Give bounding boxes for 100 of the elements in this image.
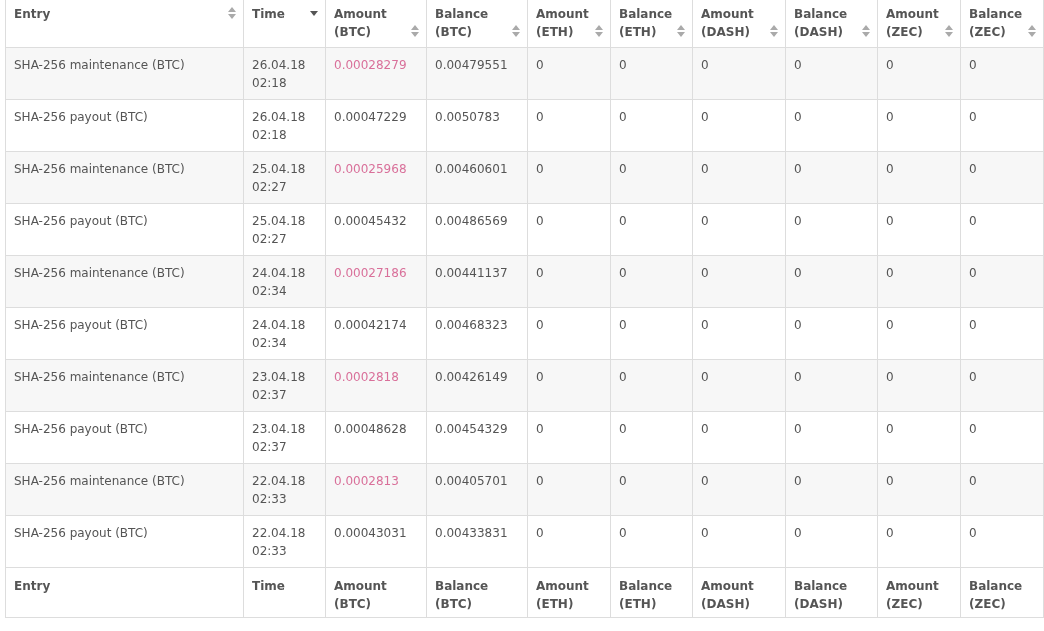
table-cell: SHA-256 payout (BTC) bbox=[14, 526, 148, 540]
table-cell: 0 bbox=[886, 526, 894, 540]
table-cell: 23.04.18 02:37 bbox=[252, 370, 306, 402]
table-cell: 0 bbox=[619, 370, 627, 384]
table-cell: 0 bbox=[969, 110, 977, 124]
table-cell: 0 bbox=[969, 474, 977, 488]
table-cell: 0 bbox=[619, 110, 627, 124]
table-cell: 0 bbox=[536, 110, 544, 124]
table-cell: SHA-256 payout (BTC) bbox=[14, 110, 148, 124]
table-cell: SHA-256 maintenance (BTC) bbox=[14, 474, 185, 488]
table-cell: 0 bbox=[536, 474, 544, 488]
column-header[interactable]: Time bbox=[252, 5, 285, 23]
table-cell: 0 bbox=[794, 58, 802, 72]
table-cell: 0 bbox=[886, 474, 894, 488]
column-header[interactable]: Entry bbox=[14, 5, 51, 23]
table-cell: 0.00043031 bbox=[334, 526, 407, 540]
table-cell: SHA-256 maintenance (BTC) bbox=[14, 58, 185, 72]
table-cell: 0 bbox=[619, 58, 627, 72]
table-cell: 26.04.18 02:18 bbox=[252, 110, 306, 142]
table-cell: 0 bbox=[619, 422, 627, 436]
column-footer: Amount (DASH) bbox=[701, 579, 754, 611]
column-footer: Time bbox=[252, 579, 285, 593]
table-cell: SHA-256 payout (BTC) bbox=[14, 422, 148, 436]
sort-icon[interactable] bbox=[595, 25, 603, 37]
table-cell: 0.00441137 bbox=[435, 266, 508, 280]
sort-icon[interactable] bbox=[677, 25, 685, 37]
table-cell: 0 bbox=[969, 422, 977, 436]
table-cell: 0 bbox=[701, 162, 709, 176]
table-cell: 0.00468323 bbox=[435, 318, 508, 332]
table-cell: 0 bbox=[969, 162, 977, 176]
table-cell: 0 bbox=[536, 318, 544, 332]
table-cell: 0 bbox=[886, 162, 894, 176]
table-cell: 0 bbox=[619, 162, 627, 176]
table-cell: SHA-256 payout (BTC) bbox=[14, 318, 148, 332]
table-cell: 0 bbox=[886, 370, 894, 384]
sort-icon[interactable] bbox=[411, 25, 419, 37]
table-cell: 0 bbox=[701, 110, 709, 124]
sort-icon[interactable] bbox=[770, 25, 778, 37]
table-cell: 0.00047229 bbox=[334, 110, 407, 124]
sort-icon[interactable] bbox=[945, 25, 953, 37]
table-cell: 25.04.18 02:27 bbox=[252, 214, 306, 246]
table-cell: 0 bbox=[794, 526, 802, 540]
table-cell: 0 bbox=[794, 474, 802, 488]
column-footer: Amount (ETH) bbox=[536, 579, 589, 611]
table-cell: 0 bbox=[701, 526, 709, 540]
table-cell: 0.00426149 bbox=[435, 370, 508, 384]
table-cell: 22.04.18 02:33 bbox=[252, 474, 306, 506]
table-cell: 0 bbox=[794, 370, 802, 384]
table-cell: SHA-256 maintenance (BTC) bbox=[14, 266, 185, 280]
table-cell: 0 bbox=[536, 214, 544, 228]
table-cell: 0.0050783 bbox=[435, 110, 500, 124]
table-cell: 0 bbox=[969, 370, 977, 384]
sort-icon[interactable] bbox=[228, 7, 236, 19]
column-footer: Amount (ZEC) bbox=[886, 579, 939, 611]
table-cell: 0.0002813 bbox=[334, 474, 399, 488]
table-cell: 0.00048628 bbox=[334, 422, 407, 436]
table-cell: 0 bbox=[619, 266, 627, 280]
table-cell: 0 bbox=[701, 214, 709, 228]
table-cell: 0.00028279 bbox=[334, 58, 407, 72]
table-cell: 0.00027186 bbox=[334, 266, 407, 280]
table-cell: 0.00405701 bbox=[435, 474, 508, 488]
table-cell: 0 bbox=[794, 110, 802, 124]
table-cell: 24.04.18 02:34 bbox=[252, 318, 306, 350]
table-cell: 22.04.18 02:33 bbox=[252, 526, 306, 558]
table-cell: 0 bbox=[619, 214, 627, 228]
column-footer: Balance (ZEC) bbox=[969, 579, 1023, 611]
table-cell: 0 bbox=[619, 318, 627, 332]
sort-icon[interactable] bbox=[862, 25, 870, 37]
table-cell: 0.00454329 bbox=[435, 422, 508, 436]
table-cell: SHA-256 payout (BTC) bbox=[14, 214, 148, 228]
table-cell: 0 bbox=[886, 58, 894, 72]
table-cell: 0 bbox=[536, 266, 544, 280]
table-cell: 0 bbox=[794, 266, 802, 280]
table-cell: 25.04.18 02:27 bbox=[252, 162, 306, 194]
column-footer: Balance (DASH) bbox=[794, 579, 848, 611]
table-cell: 0 bbox=[536, 370, 544, 384]
table-cell: 0 bbox=[886, 110, 894, 124]
table-cell: 0 bbox=[536, 162, 544, 176]
table-cell: 0 bbox=[701, 370, 709, 384]
table-cell: 0.00025968 bbox=[334, 162, 407, 176]
sort-icon[interactable] bbox=[1028, 25, 1036, 37]
table-cell: 0 bbox=[886, 318, 894, 332]
table-cell: 0 bbox=[969, 318, 977, 332]
table-cell: 0 bbox=[886, 266, 894, 280]
table-cell: 0 bbox=[969, 266, 977, 280]
table-cell: SHA-256 maintenance (BTC) bbox=[14, 162, 185, 176]
table-cell: 0 bbox=[536, 422, 544, 436]
table-cell: 0 bbox=[794, 422, 802, 436]
table-cell: SHA-256 maintenance (BTC) bbox=[14, 370, 185, 384]
table-cell: 0 bbox=[701, 266, 709, 280]
table-cell: 0 bbox=[536, 58, 544, 72]
table-cell: 0 bbox=[701, 422, 709, 436]
column-footer: Balance (ETH) bbox=[619, 579, 673, 611]
table-cell: 0 bbox=[619, 526, 627, 540]
table-cell: 26.04.18 02:18 bbox=[252, 58, 306, 90]
table-cell: 0.00045432 bbox=[334, 214, 407, 228]
sort-icon[interactable] bbox=[512, 25, 520, 37]
table-cell: 0.00460601 bbox=[435, 162, 508, 176]
table-cell: 0 bbox=[619, 474, 627, 488]
table-cell: 0.00042174 bbox=[334, 318, 407, 332]
